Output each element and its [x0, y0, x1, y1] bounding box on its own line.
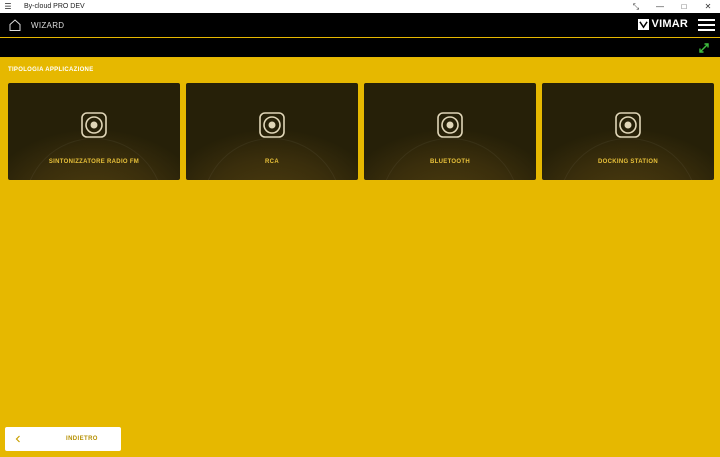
- window-title: By-cloud PRO DEV: [24, 3, 85, 10]
- card-label: DOCKING STATION: [598, 159, 658, 165]
- expand-icon[interactable]: ⤡: [624, 0, 648, 13]
- vimar-logo: VIMAR: [637, 18, 688, 30]
- speaker-icon: [437, 112, 463, 138]
- vimar-logo-icon: [637, 18, 649, 30]
- back-button[interactable]: INDIETRO: [5, 427, 121, 451]
- speaker-icon: [259, 112, 285, 138]
- card-fm-radio[interactable]: SINTONIZZATORE RADIO FM: [8, 83, 180, 180]
- chevron-left-icon: [15, 435, 20, 443]
- window-controls: ⤡ — □ ✕: [624, 0, 720, 13]
- card-docking-station[interactable]: DOCKING STATION: [542, 83, 714, 180]
- brand-name: VIMAR: [651, 18, 688, 30]
- back-button-label: INDIETRO: [66, 436, 98, 442]
- card-label: RCA: [265, 159, 279, 165]
- card-rca[interactable]: RCA: [186, 83, 358, 180]
- maximize-icon[interactable]: □: [672, 0, 696, 13]
- card-label: SINTONIZZATORE RADIO FM: [48, 159, 140, 165]
- window-menu-icon[interactable]: ☰: [0, 2, 16, 11]
- hamburger-menu-icon[interactable]: [698, 19, 715, 31]
- page-title: WIZARD: [31, 20, 65, 30]
- home-icon[interactable]: [8, 18, 22, 32]
- application-type-list: SINTONIZZATORE RADIO FM RCA BLUETOOTH DO…: [8, 83, 714, 180]
- card-label: BLUETOOTH: [430, 159, 470, 165]
- connection-status-icon[interactable]: [698, 42, 710, 54]
- section-title: TIPOLOGIA APPLICAZIONE: [8, 67, 94, 73]
- minimize-icon[interactable]: —: [648, 0, 672, 13]
- card-bluetooth[interactable]: BLUETOOTH: [364, 83, 536, 180]
- app-header: WIZARD VIMAR: [0, 13, 720, 37]
- speaker-icon: [615, 112, 641, 138]
- window-titlebar: ☰ By-cloud PRO DEV ⤡ — □ ✕: [0, 0, 720, 13]
- close-icon[interactable]: ✕: [696, 0, 720, 13]
- status-toolbar: [0, 38, 720, 57]
- speaker-icon: [81, 112, 107, 138]
